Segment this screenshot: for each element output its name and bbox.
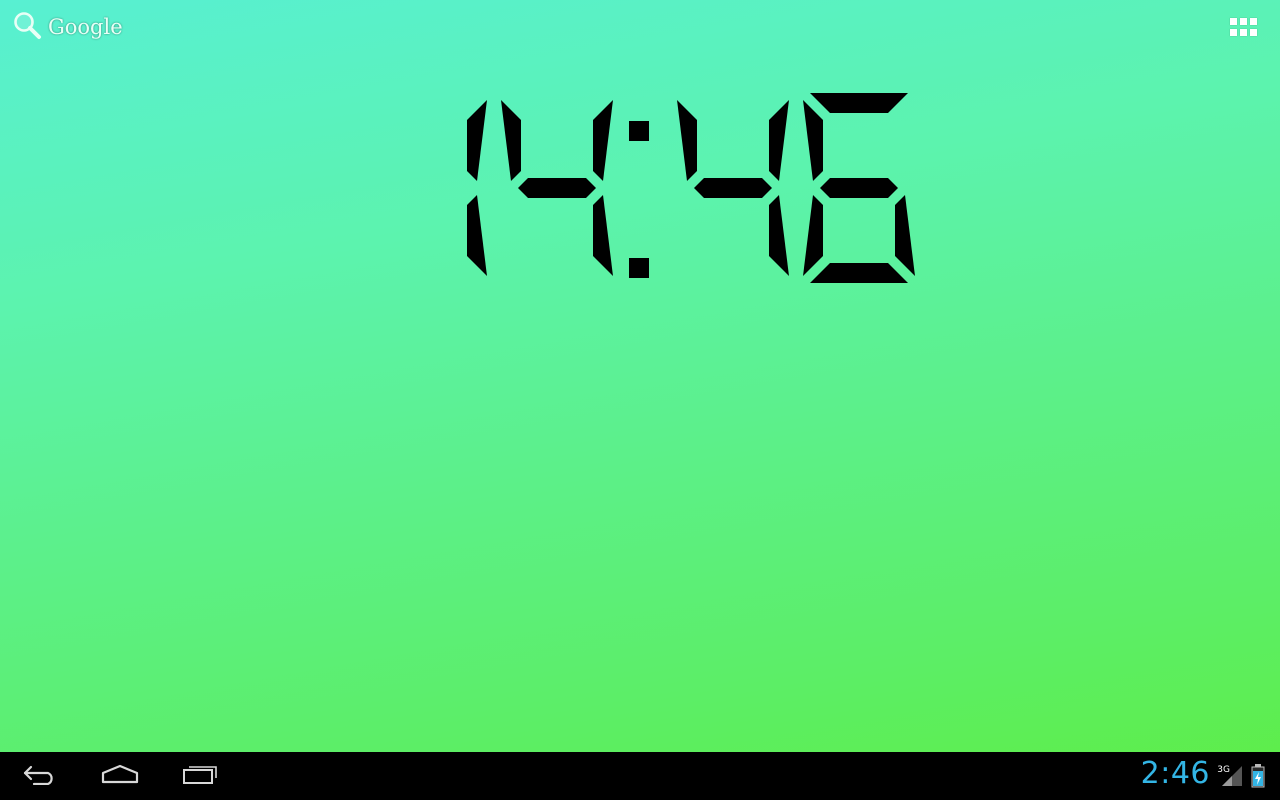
segment-c bbox=[769, 195, 789, 276]
segment-b bbox=[769, 100, 789, 181]
battery-charging-icon bbox=[1251, 764, 1265, 792]
segment-a bbox=[810, 93, 908, 113]
system-navigation-bar: 2:46 3G bbox=[0, 752, 1280, 800]
all-apps-button[interactable] bbox=[1230, 18, 1258, 38]
clock-digit-4 bbox=[501, 100, 613, 276]
segment-d bbox=[810, 263, 908, 283]
status-clock[interactable]: 2:46 bbox=[1141, 756, 1210, 791]
digital-clock-widget[interactable] bbox=[370, 88, 920, 288]
segment-g bbox=[820, 178, 898, 198]
clock-digit-4 bbox=[677, 100, 789, 276]
segment-g bbox=[694, 178, 772, 198]
home-icon bbox=[101, 763, 139, 789]
recent-apps-icon bbox=[182, 763, 220, 789]
clock-display bbox=[467, 93, 915, 283]
segment-e bbox=[803, 195, 823, 276]
segment-f bbox=[501, 100, 521, 181]
google-search-bar[interactable]: Google bbox=[12, 10, 123, 44]
colon-bottom-dot bbox=[629, 258, 649, 278]
back-arrow-icon bbox=[22, 763, 58, 789]
segment-c bbox=[895, 195, 915, 276]
clock-digit-1 bbox=[467, 100, 487, 276]
segment-c bbox=[467, 195, 487, 276]
segment-g bbox=[518, 178, 596, 198]
segment-b bbox=[593, 100, 613, 181]
signal-strength-icon bbox=[1222, 766, 1242, 790]
magnifier-icon bbox=[12, 10, 42, 44]
segment-f bbox=[677, 100, 697, 181]
segment-b bbox=[467, 100, 487, 181]
home-button[interactable] bbox=[92, 760, 148, 792]
colon-top-dot bbox=[629, 121, 649, 141]
clock-digit-6 bbox=[803, 93, 915, 283]
back-button[interactable] bbox=[12, 760, 68, 792]
search-label: Google bbox=[48, 15, 123, 39]
segment-f bbox=[803, 100, 823, 181]
recent-apps-button[interactable] bbox=[173, 760, 229, 792]
segment-c bbox=[593, 195, 613, 276]
